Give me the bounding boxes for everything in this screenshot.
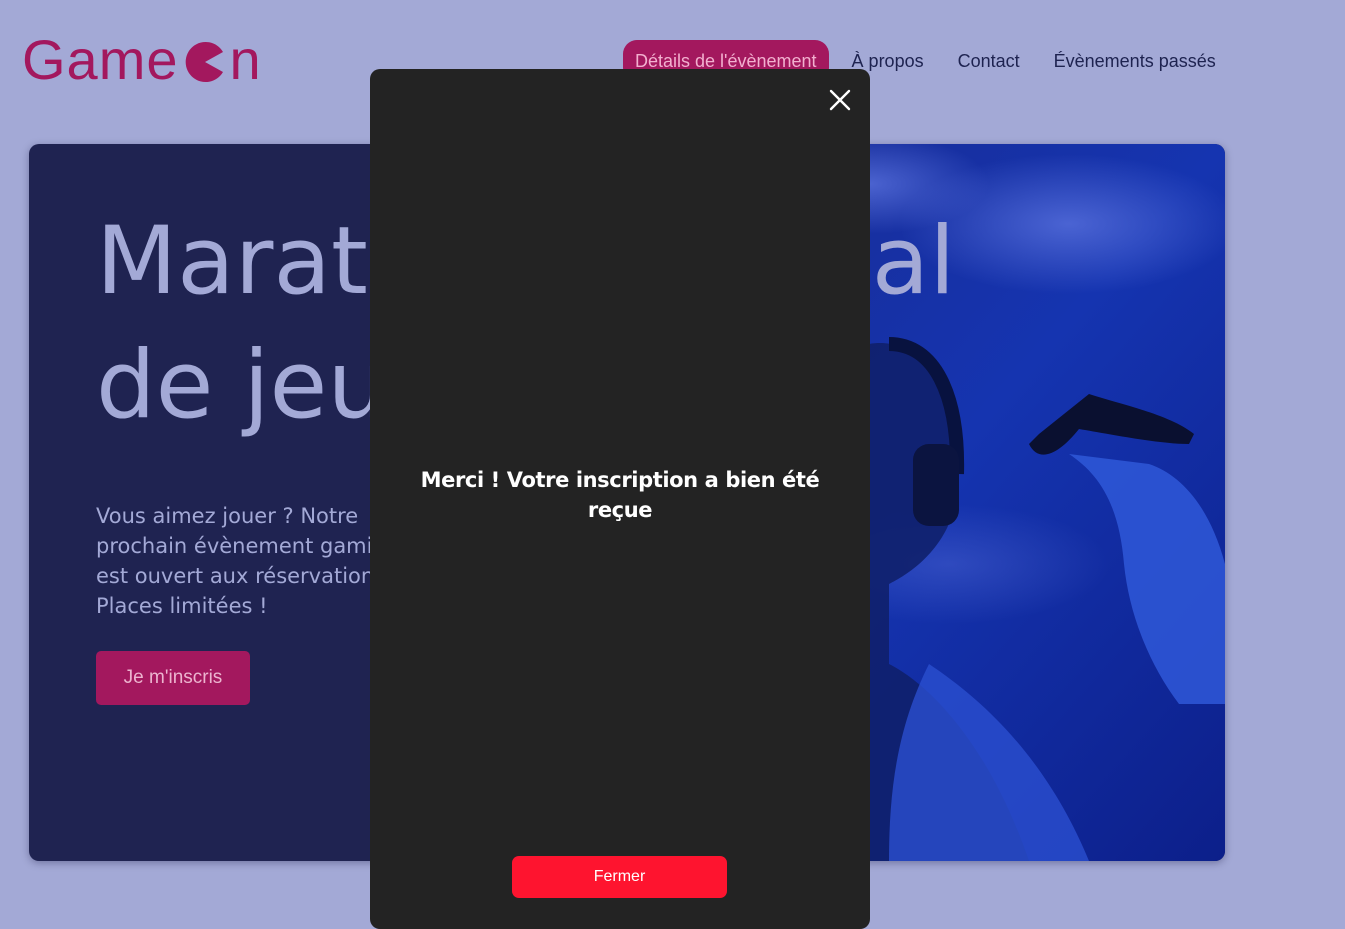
logo-text-end: n	[229, 27, 262, 91]
nav-item-contact[interactable]: Contact	[946, 40, 1032, 82]
register-button[interactable]: Je m'inscris	[96, 651, 250, 705]
close-button[interactable]: Fermer	[512, 856, 727, 898]
pacman-o-icon	[185, 42, 223, 82]
gameon-logo[interactable]: Game n	[22, 27, 262, 91]
confirmation-modal: Merci ! Votre inscription a bien été reç…	[370, 69, 870, 929]
logo-text-start: Game	[22, 27, 179, 91]
confirmation-message: Merci ! Votre inscription a bien été reç…	[420, 468, 820, 522]
nav-item-past-events[interactable]: Évènements passés	[1042, 40, 1228, 82]
close-icon[interactable]	[828, 88, 852, 112]
